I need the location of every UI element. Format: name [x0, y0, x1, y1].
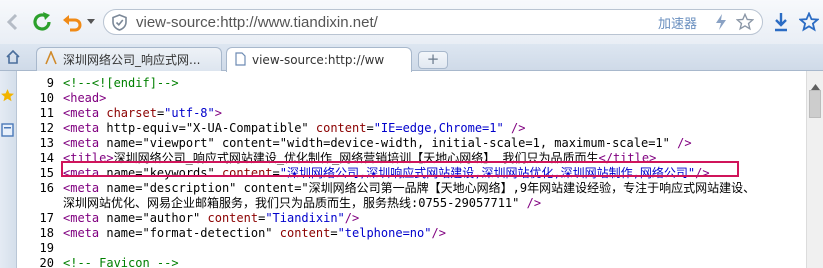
- source-code-text: <head>: [63, 91, 107, 105]
- source-code-text: <meta http-equiv="X-UA-Compatible" conte…: [63, 121, 526, 135]
- address-text: view-source:http://www.tiandixin.net/: [136, 14, 378, 31]
- undo-icon[interactable]: [60, 8, 84, 36]
- line-number: 13: [39, 136, 54, 150]
- back-icon[interactable]: [2, 8, 22, 36]
- download-icon[interactable]: [770, 8, 792, 36]
- line-number: 17: [39, 211, 54, 225]
- new-tab-button[interactable]: +: [418, 51, 448, 69]
- source-code-text: <meta name="format-detection" content="t…: [63, 226, 446, 240]
- source-code-text: <meta charset="utf-8">: [63, 106, 222, 120]
- refresh-icon[interactable]: [28, 8, 56, 36]
- source-code-text: <meta name="description" content="深圳网络公司…: [63, 181, 756, 195]
- document-icon: [235, 51, 246, 70]
- line-number: 10: [39, 91, 54, 105]
- source-code-text: 深圳网站优化、网易企业邮箱服务，我们只为品质而生，服务热线:0755-29057…: [63, 196, 542, 210]
- line-number: 14: [39, 151, 54, 165]
- shield-icon: [112, 14, 127, 35]
- source-code-text: <meta name="author" content="Tiandixin"/…: [63, 211, 360, 225]
- browser-toolbar: view-source:http://www.tiandixin.net/ 加速…: [0, 0, 823, 44]
- line-number: 12: [39, 121, 54, 135]
- line-number: 15: [39, 166, 54, 180]
- tab-view-source[interactable]: view-source:http://ww: [226, 47, 412, 72]
- dropdown-arrow-icon[interactable]: [84, 8, 98, 36]
- source-code-text: <meta name="viewport" content="width=dev…: [63, 136, 692, 150]
- line-number: 19: [39, 241, 54, 255]
- tab-bar: 深圳网络公司_响应式网... view-source:http://ww +: [0, 44, 823, 72]
- accelerator-label[interactable]: 加速器: [658, 13, 697, 32]
- vertical-scrollbar[interactable]: [806, 71, 823, 268]
- sidebar: [0, 71, 17, 268]
- tab-label: 深圳网络公司_响应式网...: [63, 53, 201, 67]
- star-icon[interactable]: [797, 8, 821, 36]
- source-code-text: <!-- Favicon -->: [63, 256, 179, 268]
- favorite-star-icon[interactable]: [734, 8, 756, 36]
- favorites-star-icon[interactable]: [0, 88, 15, 107]
- home-icon[interactable]: [2, 46, 24, 68]
- panel-icon[interactable]: [1, 122, 14, 141]
- tab-label: view-source:http://ww: [252, 53, 385, 67]
- scrollbar-thumb[interactable]: [809, 90, 821, 118]
- line-number: 11: [39, 106, 54, 120]
- page-tab-icon: [45, 49, 57, 69]
- line-number: 20: [39, 256, 54, 268]
- line-number: 16: [39, 181, 54, 195]
- highlighted-keywords-line: [61, 161, 739, 177]
- lightning-icon[interactable]: [709, 8, 733, 36]
- tab-shenzhen-network[interactable]: 深圳网络公司_响应式网...: [36, 47, 222, 71]
- source-code-text: <!--<![endif]-->: [63, 76, 179, 90]
- line-number: 18: [39, 226, 54, 240]
- line-number: 9: [46, 76, 54, 90]
